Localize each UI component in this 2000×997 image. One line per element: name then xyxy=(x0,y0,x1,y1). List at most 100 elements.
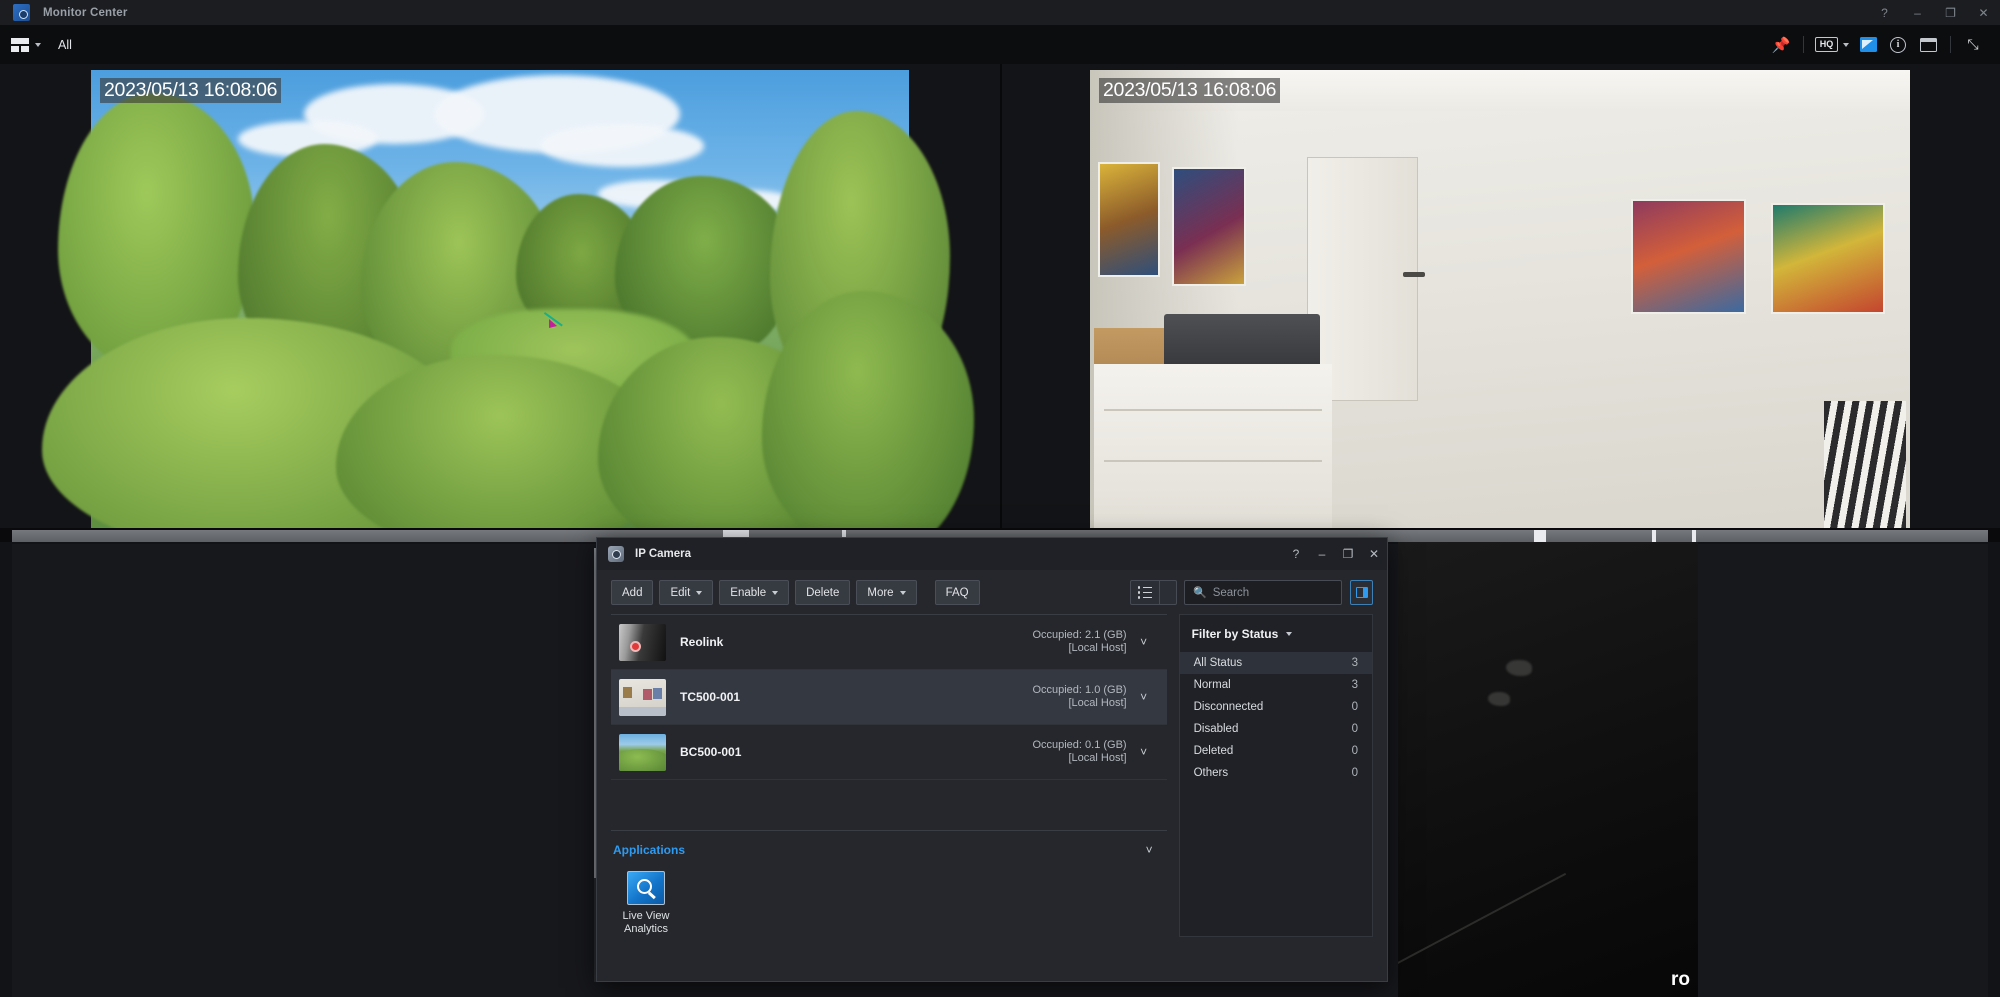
search-box[interactable]: 🔍 xyxy=(1184,580,1342,605)
app-help-button[interactable]: ? xyxy=(1868,0,1901,25)
app-title: Monitor Center xyxy=(43,7,128,19)
app-live-view-analytics[interactable]: Live View Analytics xyxy=(611,871,681,938)
enable-button[interactable]: Enable xyxy=(719,580,789,605)
camera-feed-indoor[interactable]: 2023/05/13 16:08:06 xyxy=(1090,70,1910,528)
delete-button[interactable]: Delete xyxy=(795,580,850,605)
info-icon: i xyxy=(1890,37,1906,53)
video-cell-1[interactable]: 2023/05/13 16:08:06 xyxy=(0,64,1000,528)
table-row[interactable]: TC500-001 Occupied: 1.0 (GB) [Local Host… xyxy=(611,670,1167,725)
dialog-help-button[interactable]: ? xyxy=(1283,538,1309,570)
side-panel-toggle-button[interactable] xyxy=(1350,580,1373,605)
filter-count: 3 xyxy=(1352,679,1358,691)
camera-thumbnail xyxy=(619,624,666,661)
row-expand-chevron-down-icon[interactable]: ˅ xyxy=(1127,635,1161,649)
filter-item-others[interactable]: Others 0 xyxy=(1180,762,1372,784)
applications-header[interactable]: Applications ˅ xyxy=(611,843,1167,857)
app-close-button[interactable]: ✕ xyxy=(1967,0,2000,25)
app-minimize-button[interactable]: – xyxy=(1901,0,1934,25)
list-view-caret-button[interactable] xyxy=(1160,580,1177,605)
faq-button[interactable]: FAQ xyxy=(935,580,980,605)
video-timestamp-2: 2023/05/13 16:08:06 xyxy=(1099,78,1280,103)
app-label-line1: Live View xyxy=(611,910,681,924)
delete-label: Delete xyxy=(806,587,839,599)
edit-label: Edit xyxy=(670,587,690,599)
filter-item-disabled[interactable]: Disabled 0 xyxy=(1180,718,1372,740)
add-label: Add xyxy=(622,587,642,599)
app-window-controls: ? – ❐ ✕ xyxy=(1868,0,2000,25)
filter-label: Disabled xyxy=(1194,723,1239,735)
dialog-title-bar[interactable]: IP Camera ? – ❐ ✕ xyxy=(597,538,1387,570)
filter-label: Others xyxy=(1194,767,1229,779)
list-view-button[interactable] xyxy=(1130,580,1160,605)
camera-host: [Local Host] xyxy=(1032,642,1126,655)
camera-occupied: Occupied: 1.0 (GB) xyxy=(1032,684,1126,697)
recording-indicator-icon xyxy=(630,641,641,652)
video-timestamp-3-partial: ro xyxy=(1671,969,1690,991)
dialog-title: IP Camera xyxy=(635,548,691,560)
pin-button[interactable]: 📌 xyxy=(1766,30,1796,60)
edit-button[interactable]: Edit xyxy=(659,580,713,605)
video-timestamp-1: 2023/05/13 16:08:06 xyxy=(100,78,281,103)
dialog-toolbar: Add Edit Enable Delete More FAQ xyxy=(597,570,1387,614)
table-row[interactable]: Reolink Occupied: 2.1 (GB) [Local Host] … xyxy=(611,615,1167,670)
more-button[interactable]: More xyxy=(856,580,916,605)
fisheye-dewarp-button[interactable] xyxy=(1853,30,1883,60)
dialog-close-button[interactable]: ✕ xyxy=(1361,538,1387,570)
filter-item-disconnected[interactable]: Disconnected 0 xyxy=(1180,696,1372,718)
grid-layout-button[interactable] xyxy=(7,35,45,55)
ip-camera-dialog: IP Camera ? – ❐ ✕ Add Edit Enable Delete… xyxy=(596,537,1388,982)
side-panel-toggle-icon xyxy=(1356,587,1368,598)
search-input[interactable] xyxy=(1213,587,1333,599)
add-button[interactable]: Add xyxy=(611,580,653,605)
row-expand-chevron-down-icon[interactable]: ˅ xyxy=(1127,690,1161,704)
camera-meta: Occupied: 0.1 (GB) [Local Host] xyxy=(1032,739,1126,766)
toolbar-divider xyxy=(1950,36,1951,53)
view-selector-label[interactable]: All xyxy=(58,38,72,52)
more-label: More xyxy=(867,587,893,599)
camera-host: [Local Host] xyxy=(1032,752,1126,765)
info-button[interactable]: i xyxy=(1883,30,1913,60)
chevron-down-icon xyxy=(696,591,702,595)
filter-count: 0 xyxy=(1352,745,1358,757)
monitor-center-logo-icon xyxy=(13,4,30,21)
fullscreen-button[interactable]: ⤡ xyxy=(1958,30,1988,60)
filter-item-deleted[interactable]: Deleted 0 xyxy=(1180,740,1372,762)
filter-label: Disconnected xyxy=(1194,701,1264,713)
applications-section: Applications ˅ Live View Analytics xyxy=(611,830,1167,938)
chevron-down-icon[interactable]: ˅ xyxy=(1146,843,1159,857)
camera-occupied: Occupied: 2.1 (GB) xyxy=(1032,629,1126,642)
filter-count: 0 xyxy=(1352,723,1358,735)
fullscreen-expand-icon: ⤡ xyxy=(1967,36,1978,53)
hq-badge: HQ xyxy=(1815,37,1839,52)
applications-title: Applications xyxy=(613,843,685,857)
filter-item-all-status[interactable]: All Status 3 xyxy=(1180,652,1372,674)
dialog-minimize-button[interactable]: – xyxy=(1309,538,1335,570)
table-row[interactable]: BC500-001 Occupied: 0.1 (GB) [Local Host… xyxy=(611,725,1167,780)
chevron-down-icon[interactable] xyxy=(1286,632,1292,636)
filter-label: All Status xyxy=(1194,657,1243,669)
camera-feed-outdoor[interactable]: 2023/05/13 16:08:06 xyxy=(91,70,909,528)
filter-title: Filter by Status xyxy=(1192,627,1279,641)
camera-meta: Occupied: 2.1 (GB) [Local Host] xyxy=(1032,629,1126,656)
filter-count: 0 xyxy=(1352,701,1358,713)
camera-feed-dark-partial[interactable]: ro xyxy=(1398,542,1698,997)
camera-list: Reolink Occupied: 2.1 (GB) [Local Host] … xyxy=(611,615,1167,781)
quality-selector[interactable]: HQ xyxy=(1811,30,1853,60)
filter-item-normal[interactable]: Normal 3 xyxy=(1180,674,1372,696)
camera-name: TC500-001 xyxy=(680,690,740,704)
toolbar-right-icons: 📌 HQ i ⤡ xyxy=(1766,30,2000,60)
window-panel-icon xyxy=(1920,38,1937,52)
filter-header[interactable]: Filter by Status xyxy=(1180,627,1372,652)
video-wall: 2023/05/13 16:08:06 2023/05/13 16:08:06 xyxy=(0,64,2000,528)
app-label: Live View Analytics xyxy=(611,910,681,938)
filter-by-status-panel: Filter by Status All Status 3 Normal 3 D… xyxy=(1179,614,1373,937)
live-view-analytics-icon xyxy=(627,871,665,905)
window-panel-button[interactable] xyxy=(1913,30,1943,60)
video-cell-2[interactable]: 2023/05/13 16:08:06 xyxy=(1002,64,2000,528)
dialog-footer xyxy=(597,937,1387,973)
app-label-line2: Analytics xyxy=(611,923,681,937)
dialog-maximize-button[interactable]: ❐ xyxy=(1335,538,1361,570)
row-expand-chevron-down-icon[interactable]: ˅ xyxy=(1127,745,1161,759)
app-title-bar: Monitor Center ? – ❐ ✕ xyxy=(0,0,2000,25)
app-restore-button[interactable]: ❐ xyxy=(1934,0,1967,25)
